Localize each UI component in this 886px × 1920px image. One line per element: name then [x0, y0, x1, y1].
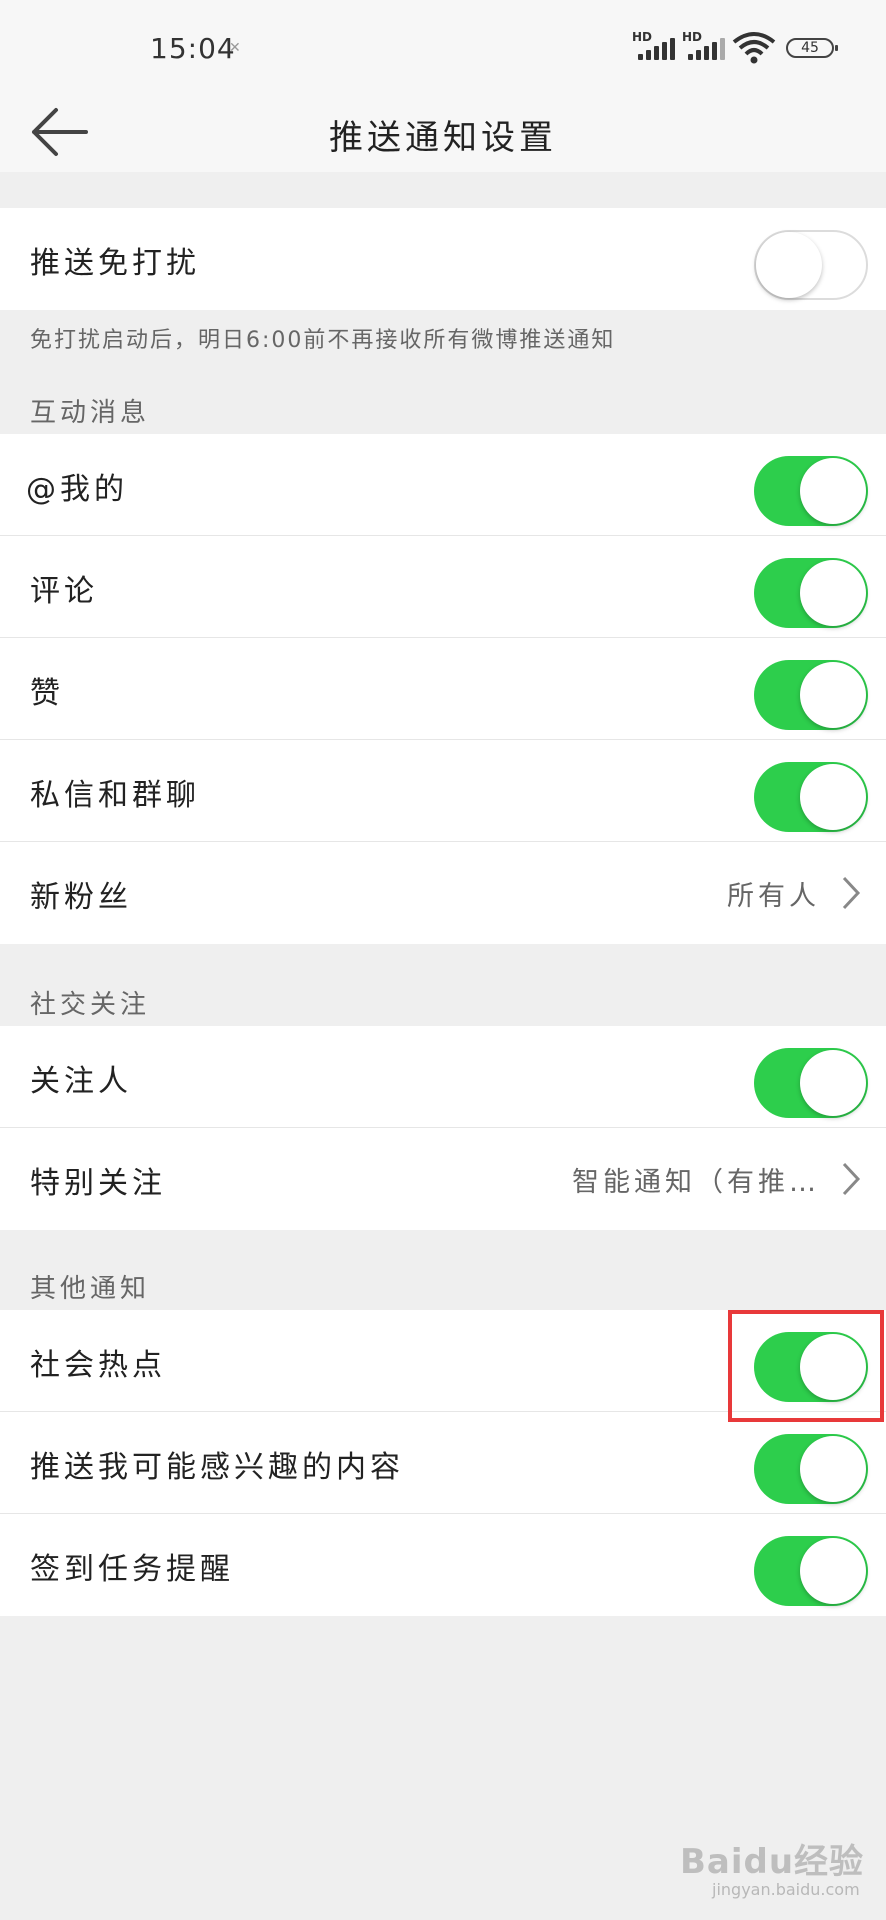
row-label: 签到任务提醒 — [30, 1552, 234, 1587]
signal-icon-2: HD — [682, 30, 726, 62]
settings-row-hot-topics: 社会热点 — [0, 1310, 886, 1412]
nav-bar: 推送通知设置 — [0, 96, 886, 172]
settings-row-messages: 私信和群聊 — [0, 740, 886, 842]
dnd-label: 推送免打扰 — [30, 246, 200, 281]
settings-row-following: 关注人 — [0, 1026, 886, 1128]
hot-topics-toggle[interactable] — [754, 1332, 868, 1402]
dnd-row: 推送免打扰 — [0, 208, 886, 310]
status-time: 15:04 — [150, 32, 236, 65]
special-follow-value: 智能通知（有推… — [572, 1167, 820, 1198]
interests-toggle[interactable] — [754, 1434, 868, 1504]
dnd-toggle[interactable] — [754, 230, 868, 300]
social-group: 关注人 特别关注 智能通知（有推… — [0, 1026, 886, 1230]
settings-row-new-fans[interactable]: 新粉丝 所有人 — [0, 842, 886, 944]
signal-icon: HD — [632, 30, 676, 62]
wifi-icon — [732, 32, 776, 64]
dnd-note: 免打扰启动后，明日6:00前不再接收所有微博推送通知 — [30, 328, 616, 353]
row-label: 新粉丝 — [30, 880, 132, 915]
row-label: 赞 — [30, 676, 64, 711]
chevron-right-icon — [842, 1162, 861, 1196]
new-fans-value: 所有人 — [727, 881, 820, 912]
settings-row-comments: 评论 — [0, 536, 886, 638]
following-toggle[interactable] — [754, 1048, 868, 1118]
messages-toggle[interactable] — [754, 762, 868, 832]
chevron-right-icon — [842, 876, 861, 910]
battery-icon: 45 — [786, 38, 838, 58]
interaction-group: @我的 评论 赞 私信和群聊 新粉丝 所有人 — [0, 434, 886, 944]
other-group: 社会热点 推送我可能感兴趣的内容 签到任务提醒 — [0, 1310, 886, 1616]
settings-row-checkin: 签到任务提醒 — [0, 1514, 886, 1616]
row-label: 特别关注 — [30, 1166, 166, 1201]
checkin-toggle[interactable] — [754, 1536, 868, 1606]
row-label: 私信和群聊 — [30, 778, 200, 813]
dnd-group: 推送免打扰 — [0, 208, 886, 310]
settings-row-likes: 赞 — [0, 638, 886, 740]
watermark-url: jingyan.baidu.com — [712, 1880, 860, 1899]
section-header-social: 社交关注 — [30, 990, 151, 1020]
likes-toggle[interactable] — [754, 660, 868, 730]
notification-icon: ✕ — [229, 40, 241, 56]
page-title: 推送通知设置 — [329, 118, 557, 158]
row-label: @我的 — [26, 472, 128, 507]
settings-row-special-follow[interactable]: 特别关注 智能通知（有推… — [0, 1128, 886, 1230]
at-me-toggle[interactable] — [754, 456, 868, 526]
settings-row-at-me: @我的 — [0, 434, 886, 536]
settings-row-interests: 推送我可能感兴趣的内容 — [0, 1412, 886, 1514]
section-header-interaction: 互动消息 — [30, 398, 151, 428]
row-label: 关注人 — [30, 1064, 132, 1099]
row-label: 评论 — [30, 574, 98, 609]
watermark-logo: Baidu经验 — [680, 1842, 865, 1882]
row-label: 社会热点 — [30, 1348, 166, 1383]
row-label: 推送我可能感兴趣的内容 — [30, 1450, 404, 1485]
section-header-other: 其他通知 — [30, 1274, 151, 1304]
status-bar: 15:04 ✕ HD HD 45 — [0, 0, 886, 96]
comments-toggle[interactable] — [754, 558, 868, 628]
